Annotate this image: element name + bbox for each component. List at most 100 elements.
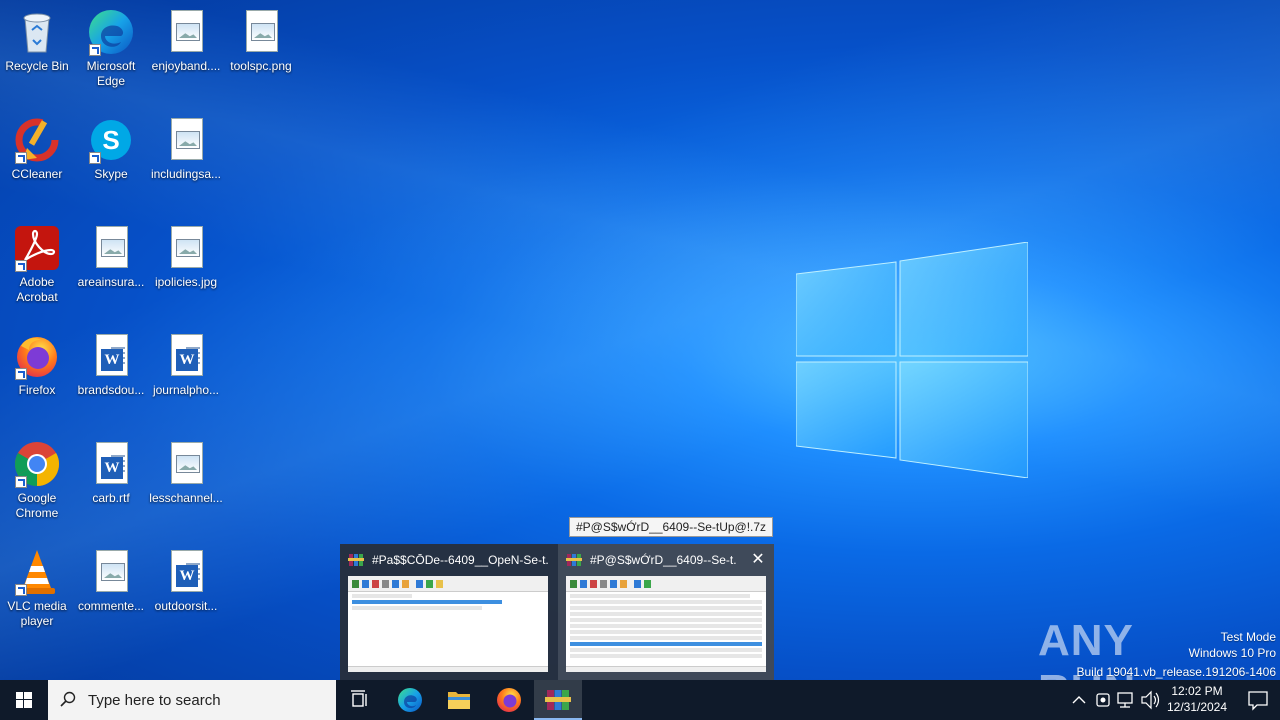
icon-label: Recycle Bin: [5, 59, 69, 73]
icon-label: brandsdou...: [77, 383, 145, 397]
recycle-bin-icon: [13, 8, 61, 56]
shortcut-arrow-icon: [89, 44, 101, 56]
icon-label: commente...: [77, 599, 145, 613]
icon-label: enjoyband....: [151, 59, 221, 73]
close-icon[interactable]: ✕: [748, 550, 768, 570]
windows-start-icon: [16, 692, 32, 708]
icon-label: areainsura...: [77, 275, 145, 289]
show-hidden-icons-button[interactable]: [1068, 680, 1090, 720]
icon-label: outdoorsit...: [154, 599, 218, 613]
desktop-icon-microsoft-edge[interactable]: Microsoft Edge: [74, 8, 148, 89]
tray-app-icon: [1096, 693, 1110, 707]
network-button[interactable]: [1115, 680, 1137, 720]
windows-logo-wallpaper: [796, 242, 1028, 478]
tray-app-button[interactable]: [1092, 680, 1114, 720]
icon-label: Google Chrome: [15, 491, 59, 520]
taskbar-file-explorer-button[interactable]: [435, 680, 483, 720]
image-file-icon: [162, 116, 210, 164]
vlc-cone-icon: [13, 548, 61, 596]
word-document-icon: W: [162, 548, 210, 596]
action-center-button[interactable]: [1236, 680, 1280, 720]
desktop-icon-ccleaner[interactable]: CCleaner: [0, 116, 74, 182]
desktop-icon-brandsdou[interactable]: W brandsdou...: [74, 332, 148, 398]
taskbar-edge-button[interactable]: [386, 680, 434, 720]
desktop-icon-ipolicies[interactable]: ipolicies.jpg: [149, 224, 223, 290]
svg-text:S: S: [102, 125, 119, 155]
clock-date: 12/31/2024: [1166, 700, 1228, 714]
firefox-icon: [497, 688, 521, 712]
icon-label: Adobe Acrobat: [16, 275, 58, 304]
thumbnail-window-2[interactable]: #P@S$wỚrD__6409--Se-t... ✕: [558, 544, 774, 680]
volume-button[interactable]: [1139, 680, 1161, 720]
image-file-icon: [162, 440, 210, 488]
desktop-icon-includingsa[interactable]: includingsa...: [149, 116, 223, 182]
desktop-icon-areainsura[interactable]: areainsura...: [74, 224, 148, 290]
desktop-icon-journalpho[interactable]: W journalpho...: [149, 332, 223, 398]
icon-label: Microsoft Edge: [86, 59, 136, 88]
taskbar-winrar-button[interactable]: [534, 680, 582, 720]
ccleaner-icon: [13, 116, 61, 164]
image-file-icon: [87, 548, 135, 596]
thumbnail-title: #Pa$$CŌDe--6409__OpeN-Se-t...: [372, 553, 548, 567]
start-button[interactable]: [0, 680, 48, 720]
word-document-icon: W: [87, 440, 135, 488]
icon-label: CCleaner: [11, 167, 63, 181]
desktop-icon-skype[interactable]: S Skype: [74, 116, 148, 182]
icon-label: lesschannel...: [149, 491, 223, 505]
clock-time: 12:02 PM: [1171, 684, 1223, 698]
task-view-icon: [351, 690, 367, 707]
firefox-icon: [13, 332, 61, 380]
icon-label: VLC media player: [7, 599, 67, 628]
image-file-icon: [162, 8, 210, 56]
edge-icon: [398, 688, 422, 712]
desktop-icon-recycle-bin[interactable]: Recycle Bin: [0, 8, 74, 74]
desktop-icon-commente[interactable]: commente...: [74, 548, 148, 614]
image-file-icon: [237, 8, 285, 56]
image-file-icon: [87, 224, 135, 272]
build-label: Build 19041.vb_release.191206-1406: [1076, 665, 1277, 679]
search-box[interactable]: Type here to search: [48, 680, 336, 720]
windows-edition-label: Windows 10 Pro: [1188, 646, 1276, 660]
icon-label: carb.rtf: [92, 491, 130, 505]
adobe-acrobat-icon: [13, 224, 61, 272]
search-placeholder: Type here to search: [88, 692, 221, 709]
thumbnail-title: #P@S$wỚrD__6409--Se-t...: [590, 553, 736, 567]
chrome-icon: [13, 440, 61, 488]
icon-label: Skype: [94, 167, 128, 181]
thumbnail-tooltip: #P@S$wỚrD__6409--Se-tUp@!.7z: [569, 517, 774, 537]
clock[interactable]: 12:02 PM 12/31/2024: [1160, 683, 1234, 715]
shortcut-arrow-icon: [15, 152, 27, 164]
winrar-icon: [545, 690, 571, 710]
thumbnail-window-1[interactable]: #Pa$$CŌDe--6409__OpeN-Se-t...: [340, 544, 556, 680]
shortcut-arrow-icon: [89, 152, 101, 164]
network-icon: [1117, 692, 1133, 708]
thumbnail-preview: [566, 576, 766, 672]
icon-label: ipolicies.jpg: [154, 275, 218, 289]
desktop-icon-firefox[interactable]: Firefox: [0, 332, 74, 398]
desktop-icon-enjoyband[interactable]: enjoyband....: [149, 8, 223, 74]
desktop-icon-google-chrome[interactable]: Google Chrome: [0, 440, 74, 521]
taskbar-firefox-button[interactable]: [485, 680, 533, 720]
desktop-icon-carb-rtf[interactable]: W carb.rtf: [74, 440, 148, 506]
chevron-up-icon: [1072, 696, 1086, 704]
icon-label: includingsa...: [150, 167, 222, 181]
speaker-icon: [1141, 690, 1160, 710]
shortcut-arrow-icon: [15, 260, 27, 272]
shortcut-arrow-icon: [15, 368, 27, 380]
folder-icon: [448, 692, 470, 709]
skype-icon: S: [87, 116, 135, 164]
edge-icon: [87, 8, 135, 56]
icon-label: journalpho...: [152, 383, 220, 397]
desktop-icon-adobe-acrobat[interactable]: Adobe Acrobat: [0, 224, 74, 305]
desktop-icon-vlc[interactable]: VLC media player: [0, 548, 74, 629]
desktop-icon-outdoorsit[interactable]: W outdoorsit...: [149, 548, 223, 614]
search-icon: [60, 691, 76, 707]
shortcut-arrow-icon: [15, 584, 27, 596]
shortcut-arrow-icon: [15, 476, 27, 488]
task-view-button[interactable]: [336, 680, 384, 720]
notification-icon: [1248, 691, 1268, 711]
taskbar-thumbnail-popup: #Pa$$CŌDe--6409__OpeN-Se-t... #P@S$wỚrD_…: [340, 544, 774, 680]
word-document-icon: W: [87, 332, 135, 380]
desktop-icon-toolspc[interactable]: toolspc.png: [224, 8, 298, 74]
desktop-icon-lesschannel[interactable]: lesschannel...: [149, 440, 223, 506]
